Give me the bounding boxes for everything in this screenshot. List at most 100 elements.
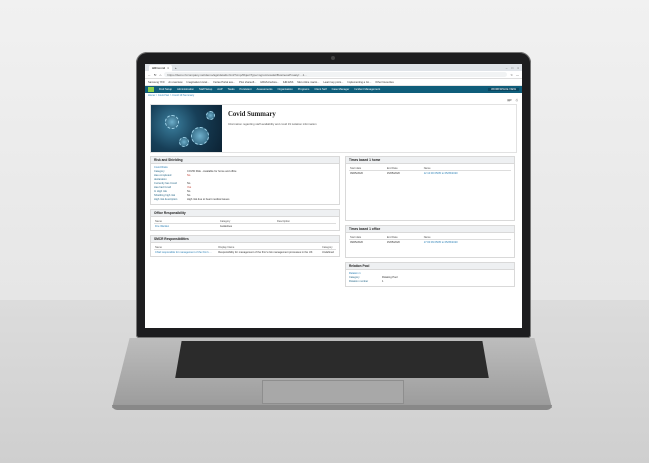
nav-item[interactable]: Case Manager <box>332 88 350 91</box>
page-title: Covid Summary <box>228 111 276 118</box>
laptop: HRConn2 × + – □ × ← ↻ ⌂ https://demo.hrc… <box>0 0 649 463</box>
table-cell-link[interactable]: 17:00:09 05/05 to 05/05/2020 <box>423 240 511 245</box>
app-logo-icon[interactable] <box>148 87 154 92</box>
risk-panel-body: Covid Risks Category COVID Risk - Availab… <box>151 164 339 204</box>
back-icon[interactable]: ← <box>148 73 151 77</box>
keyboard <box>175 341 489 378</box>
table-row: 09/05/2020 15/05/2020 17:00:09 05/05 to … <box>349 240 511 245</box>
maximize-icon[interactable]: □ <box>511 66 513 70</box>
table-cell: 15/05/2020 <box>386 240 400 244</box>
nav-item[interactable]: Staff Setup <box>199 88 212 91</box>
office-times-title[interactable]: Times based 1 office <box>346 226 514 233</box>
bookmark-item[interactable]: Fertas Portal ass... <box>213 81 235 84</box>
relation-pool-body: Relation 1 Category Rotating Pool Rotatio… <box>346 270 514 286</box>
table-cell: Undefined <box>322 250 334 254</box>
new-tab-icon[interactable]: + <box>175 66 177 70</box>
nav-item[interactable]: Assessments <box>257 88 273 91</box>
address-bar[interactable]: https://demo.hrcompany.net/demo/ags/deta… <box>164 72 508 77</box>
right-column: Times based 1 home Start date End Date N… <box>345 156 515 291</box>
nav-item[interactable]: Administration <box>177 88 194 91</box>
home-times-body: Start date End Date Name 09/05/2020 15/0… <box>346 164 514 220</box>
table-cell <box>276 224 336 229</box>
table-cell: Guidelines <box>219 224 233 228</box>
risk-value: No <box>187 174 191 177</box>
table-cell-link[interactable]: Fire Warden <box>154 224 219 229</box>
webcam-icon <box>331 56 335 60</box>
relation-subhead[interactable]: Relation 1 <box>349 272 511 275</box>
virus-icon <box>191 127 209 145</box>
laptop-base-edge <box>112 405 552 410</box>
risk-row: Has completed declaration No <box>154 174 336 182</box>
nav-item[interactable]: Find Setup <box>159 88 172 91</box>
table-cell: Responsibility for management of the fir… <box>218 250 313 254</box>
print-icon[interactable]: ⎙ <box>516 98 518 104</box>
office-responsibility-body: Name Category Description Fire Warden Gu… <box>151 217 339 230</box>
office-responsibility-title[interactable]: Office Responsibility <box>151 210 339 217</box>
nav-item[interactable]: Client Self <box>314 88 326 91</box>
bookmark-item[interactable]: Learn key ports... <box>323 81 343 84</box>
table-row: Fire Warden Guidelines <box>154 224 336 229</box>
table-cell-link[interactable]: 12 10:00 05/05 to 05/05/2020 <box>423 171 511 176</box>
home-icon[interactable]: ⌂ <box>160 73 162 77</box>
nav-item[interactable]: Programs <box>298 88 310 91</box>
bookmark-item[interactable]: Met online macto... <box>297 81 319 84</box>
home-times-table: Start date End Date Name 09/05/2020 15/0… <box>349 166 511 175</box>
relation-row: Rotation number 1 <box>349 280 511 284</box>
relation-pool-title[interactable]: Relation Pool <box>346 263 514 270</box>
risk-value: High risk due to heart medical issues <box>187 198 230 201</box>
bookmark-item[interactable]: An overview <box>168 81 182 84</box>
home-times-title[interactable]: Times based 1 home <box>346 157 514 164</box>
bookmark-item[interactable]: Samsung YF9 <box>148 81 164 84</box>
reload-icon[interactable]: ↻ <box>154 73 157 77</box>
actions-icon[interactable]: ▤▾ <box>507 98 511 104</box>
table-cell: 15/05/2020 <box>386 171 400 175</box>
risk-label: Has completed declaration <box>154 174 172 181</box>
risk-subhead[interactable]: Covid Risks <box>154 166 336 169</box>
office-responsibility-table: Name Category Description Fire Warden Gu… <box>154 219 336 228</box>
nav-item[interactable]: Persistent <box>240 88 252 91</box>
smcr-table: Name Display Name Category Chief respons… <box>154 245 336 254</box>
bookmarks-bar: Samsung YF9 An overview Imaginative know… <box>145 79 522 86</box>
nav-item[interactable]: Organisation <box>277 88 292 91</box>
smcr-panel-title[interactable]: SMCR Responsibilities <box>151 236 339 243</box>
bookmark-item[interactable]: Ptsc shareoft... <box>239 81 256 84</box>
close-icon[interactable]: × <box>167 66 169 70</box>
bookmark-item[interactable]: Imaginative knowl... <box>187 81 210 84</box>
browser-tab[interactable]: HRConn2 × <box>149 64 172 71</box>
virus-icon <box>165 115 179 129</box>
office-times-panel: Times based 1 office Start date End Date… <box>345 225 515 258</box>
relation-pool-panel: Relation Pool Relation 1 Category Rotatin… <box>345 262 515 287</box>
nav-item[interactable]: Incident Management <box>354 88 380 91</box>
table-cell: 09/05/2020 <box>350 240 363 244</box>
minimize-icon[interactable]: – <box>506 66 508 70</box>
bookmark-item[interactable]: IHR-ESS <box>283 81 294 84</box>
smcr-panel: SMCR Responsibilities Name Display Name … <box>150 235 340 257</box>
table-cell-link[interactable]: Chief responsible for management of the … <box>154 250 217 255</box>
relation-value: Rotating Pool <box>382 276 398 279</box>
table-row: 09/05/2020 15/05/2020 12 10:00 05/05 to … <box>349 171 511 176</box>
nav-item[interactable]: Tasks <box>228 88 235 91</box>
office-responsibility-panel: Office Responsibility Name Category Desc… <box>150 209 340 231</box>
app-nav: Find Setup Administration Staff Setup AA… <box>145 86 522 93</box>
bookmark-item[interactable]: HR&S-Fedora... <box>260 81 278 84</box>
risk-panel: Risk and Shielding Covid Risks Category C… <box>150 156 340 205</box>
nav-item[interactable]: AAP <box>217 88 222 91</box>
browser-toolbar: ← ↻ ⌂ https://demo.hrcompany.net/demo/ag… <box>145 71 522 79</box>
browser-tabbar: HRConn2 × + – □ × <box>145 64 522 71</box>
relation-label: Rotation number <box>349 280 369 283</box>
menu-icon[interactable]: ⋯ <box>516 73 519 77</box>
star-icon[interactable]: ☆ <box>510 73 513 77</box>
risk-row: High risk description High risk due to he… <box>154 198 336 202</box>
bookmark-item[interactable]: Other favourites <box>375 81 393 84</box>
content-columns: Risk and Shielding Covid Risks Category C… <box>145 153 522 291</box>
covid-banner-image <box>151 105 222 152</box>
bookmark-item[interactable]: Implementing a Co... <box>347 81 371 84</box>
virus-icon <box>179 137 189 147</box>
risk-panel-title[interactable]: Risk and Shielding <box>151 157 339 164</box>
laptop-lid: HRConn2 × + – □ × ← ↻ ⌂ https://demo.hrc… <box>136 52 531 338</box>
workspace-view-button[interactable]: WORKSPACE VIEW <box>488 88 519 91</box>
window-close-icon[interactable]: × <box>517 66 519 70</box>
summary-header-text: Covid Summary Information regarding staf… <box>222 105 323 152</box>
laptop-screen: HRConn2 × + – □ × ← ↻ ⌂ https://demo.hrc… <box>145 64 522 328</box>
virus-icon <box>206 111 215 120</box>
